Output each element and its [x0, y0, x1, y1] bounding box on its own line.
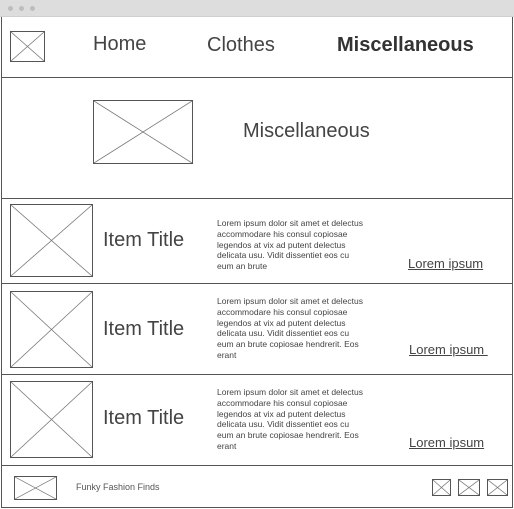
- item-link[interactable]: Lorem ipsum: [409, 342, 488, 357]
- item-image-placeholder-icon[interactable]: [10, 204, 93, 277]
- social-icon[interactable]: [458, 479, 480, 496]
- item-description: Lorem ipsum dolor sit amet et delectus a…: [217, 296, 363, 360]
- window-dot-icon: [8, 6, 13, 11]
- nav-miscellaneous[interactable]: Miscellaneous: [337, 34, 474, 57]
- item-image-placeholder-icon[interactable]: [10, 381, 93, 458]
- item-link[interactable]: Lorem ipsum: [409, 435, 484, 450]
- page-title: Miscellaneous: [243, 120, 370, 142]
- item-description: Lorem ipsum dolor sit amet et delectus a…: [217, 218, 363, 272]
- item-title: Item Title: [103, 407, 185, 429]
- item-divider: [1, 374, 513, 375]
- footer-logo-placeholder-icon: [14, 476, 57, 500]
- item-title: Item Title: [103, 229, 185, 251]
- footer-divider: [1, 465, 513, 466]
- item-description: Lorem ipsum dolor sit amet et delectus a…: [217, 387, 363, 451]
- nav-home[interactable]: Home: [93, 33, 146, 56]
- footer-brand: Funky Fashion Finds: [76, 482, 160, 492]
- window-dot-icon: [19, 6, 24, 11]
- nav-clothes[interactable]: Clothes: [207, 34, 275, 57]
- item-link[interactable]: Lorem ipsum: [408, 256, 483, 271]
- item-divider: [1, 283, 513, 284]
- item-image-placeholder-icon[interactable]: [10, 291, 93, 368]
- social-icon[interactable]: [432, 479, 451, 496]
- window-dot-icon: [30, 6, 35, 11]
- window-titlebar: [0, 0, 514, 17]
- logo-image-placeholder-icon[interactable]: [10, 31, 45, 62]
- social-icon[interactable]: [487, 479, 508, 496]
- hero-image-placeholder-icon: [93, 100, 193, 164]
- item-title: Item Title: [103, 318, 185, 340]
- hero-divider: [1, 198, 513, 199]
- header-divider: [1, 77, 513, 78]
